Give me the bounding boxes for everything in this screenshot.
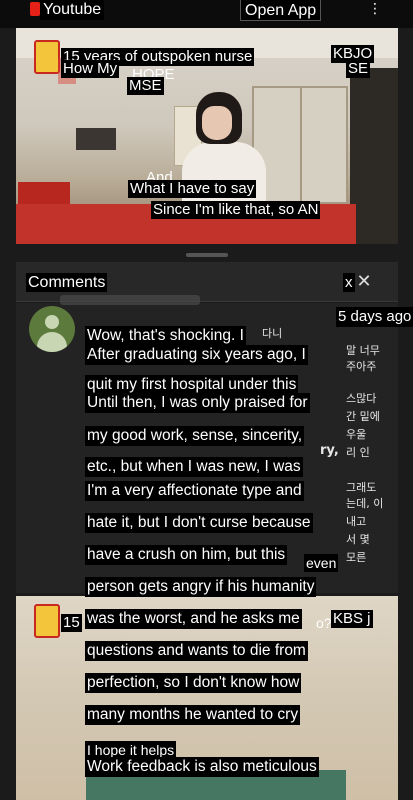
comments-title: Comments bbox=[26, 273, 108, 292]
comment-line: Until then, I was only praised for bbox=[85, 393, 310, 413]
comment-line: I'm a very affectionate type and bbox=[85, 481, 304, 501]
comment-original-fragment: 스많다 bbox=[346, 392, 377, 405]
comment-original-fragment: 간 밑에 bbox=[346, 410, 380, 423]
comment-original-fragment: 주아주 bbox=[346, 360, 377, 373]
channel-badge-icon bbox=[34, 40, 76, 84]
video-subtitle: MSE bbox=[127, 77, 164, 95]
top-bar: Youtube Open App ⋮ bbox=[0, 0, 413, 28]
comment-original-fragment: ry, bbox=[320, 443, 339, 458]
video-subtitle: 15 bbox=[61, 614, 82, 632]
comment-line: was the worst, and he asks me bbox=[85, 609, 302, 629]
comment-author bbox=[60, 295, 200, 305]
drag-handle[interactable] bbox=[186, 253, 228, 257]
comment-time: 5 days ago bbox=[336, 307, 413, 327]
video-subtitle: How My bbox=[61, 60, 120, 78]
comment-line: questions and wants to die from bbox=[85, 641, 308, 661]
comment-original-fragment: 다니 bbox=[262, 327, 283, 340]
comment-line: person gets angry if his humanity bbox=[85, 577, 317, 597]
comment-original-fragment: 내고 bbox=[346, 515, 367, 528]
channel-badge-icon bbox=[34, 604, 60, 638]
video-subtitle: Since I'm like that, so AN bbox=[151, 201, 321, 219]
app-name: Youtube bbox=[40, 0, 105, 20]
close-label[interactable]: x bbox=[343, 273, 355, 292]
youtube-logo-icon bbox=[30, 2, 40, 16]
comment-original-fragment: 그래도 bbox=[346, 481, 377, 494]
comment-line: many months he wanted to cry bbox=[85, 705, 301, 725]
comment-line: hate it, but I don't curse because bbox=[85, 513, 313, 533]
comment-line: my good work, sense, sincerity, bbox=[85, 426, 305, 446]
video-subtitle: KBS j bbox=[331, 610, 373, 628]
comment-line: have a crush on him, but this bbox=[85, 545, 288, 565]
screen: Youtube Open App ⋮ 15 years of outspoken… bbox=[0, 0, 413, 800]
comment-line: etc., but when I was new, I was bbox=[85, 457, 303, 477]
comment-original-fragment: 리 인 bbox=[346, 446, 370, 459]
comment-original-fragment: 말 너무 bbox=[346, 344, 380, 357]
video-subtitle: What I have to say bbox=[128, 180, 257, 198]
comment-line: quit my first hospital under this bbox=[85, 375, 299, 395]
video-subtitle: SE bbox=[346, 60, 371, 78]
comment-line: perfection, so I don't know how bbox=[85, 673, 302, 693]
comment-original-fragment: o? bbox=[316, 615, 332, 631]
kebab-menu-icon[interactable]: ⋮ bbox=[368, 0, 382, 16]
comment-line: After graduating six years ago, I bbox=[85, 345, 308, 365]
comment-original-fragment: 우울 bbox=[346, 428, 367, 441]
comment-original-fragment: 는데, 이 bbox=[346, 497, 384, 510]
comment-line: Work feedback is also meticulous bbox=[85, 757, 319, 777]
close-icon[interactable]: ✕ bbox=[356, 270, 372, 292]
comment-original-fragment: 모른 bbox=[346, 551, 367, 564]
comment-line: Wow, that's shocking. I bbox=[85, 326, 246, 346]
comment-original-fragment: even bbox=[304, 554, 339, 572]
avatar[interactable] bbox=[29, 306, 75, 352]
open-app-button[interactable]: Open App bbox=[240, 0, 322, 21]
comment-original-fragment: 서 몇 bbox=[346, 533, 370, 546]
